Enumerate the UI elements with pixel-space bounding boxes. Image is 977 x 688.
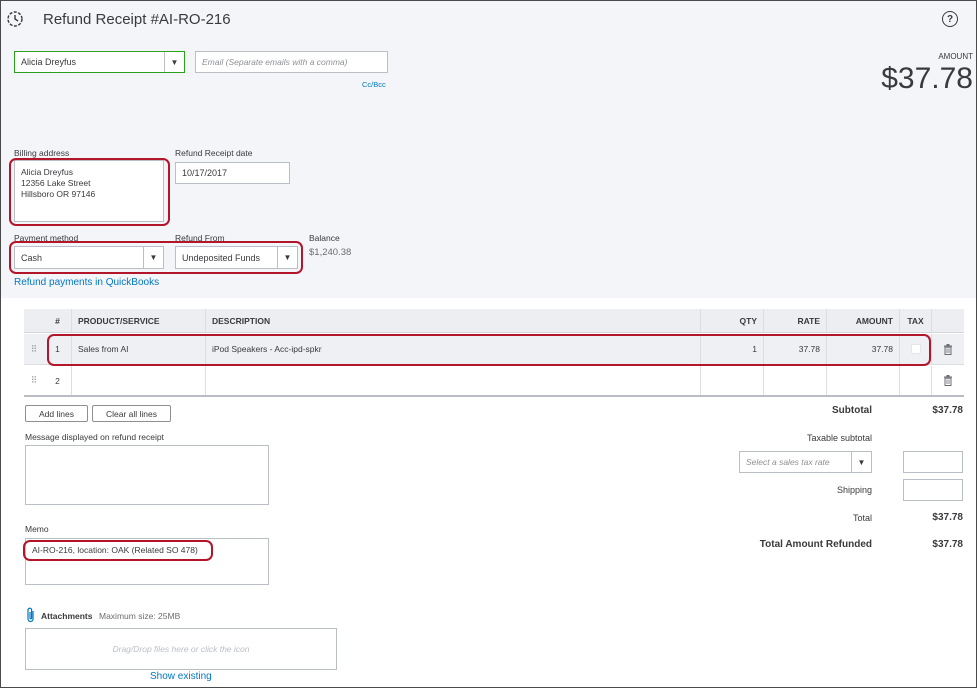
paperclip-icon[interactable]: [26, 607, 36, 623]
row-description[interactable]: iPod Speakers - Acc-ipd-spkr: [206, 334, 701, 364]
amount-label: AMOUNT: [938, 52, 973, 61]
email-field[interactable]: Email (Separate emails with a comma): [195, 51, 388, 73]
tax-checkbox[interactable]: [910, 344, 921, 354]
billing-address-label: Billing address: [14, 148, 70, 158]
subtotal-value: $37.78: [932, 405, 963, 416]
header-amount: AMOUNT: [827, 309, 900, 332]
receipt-date-field[interactable]: 10/17/2017: [175, 162, 290, 184]
header-description: DESCRIPTION: [206, 309, 701, 332]
dropzone-text: Drag/Drop files here or click the icon: [112, 644, 250, 654]
header-qty: QTY: [701, 309, 764, 332]
row-num: 2: [44, 366, 72, 395]
row-qty[interactable]: 1: [701, 334, 764, 364]
total-refunded-value: $37.78: [932, 539, 963, 550]
balance-label: Balance: [309, 233, 340, 243]
shipping-field[interactable]: [903, 479, 963, 501]
row-tax[interactable]: [900, 366, 932, 395]
attachments-label: Attachments: [41, 611, 93, 621]
help-icon[interactable]: ?: [942, 11, 958, 27]
billing-line: 12356 Lake Street: [21, 178, 91, 188]
refund-from-select[interactable]: Undeposited Funds ▼: [175, 246, 298, 269]
payment-method-label: Payment method: [14, 233, 79, 243]
message-label: Message displayed on refund receipt: [25, 432, 164, 442]
refund-payments-link[interactable]: Refund payments in QuickBooks: [14, 277, 159, 288]
header-num: #: [44, 309, 72, 332]
cc-bcc-link[interactable]: Cc/Bcc: [362, 80, 386, 89]
row-rate[interactable]: [764, 366, 827, 395]
sales-tax-rate-select[interactable]: Select a sales tax rate ▼: [739, 451, 872, 473]
customer-value: Alicia Dreyfus: [21, 57, 77, 67]
tax-amount-field[interactable]: [903, 451, 963, 473]
header-drag: [24, 309, 44, 332]
table-row[interactable]: ⠿ 1 Sales from AI iPod Speakers - Acc-ip…: [24, 334, 964, 365]
chevron-down-icon[interactable]: ▼: [164, 52, 184, 72]
row-qty[interactable]: [701, 366, 764, 395]
history-icon[interactable]: [6, 10, 24, 28]
trash-icon[interactable]: [932, 366, 964, 395]
email-placeholder: Email (Separate emails with a comma): [202, 57, 348, 67]
total-label: Total: [852, 513, 872, 523]
row-amount[interactable]: 37.78: [827, 334, 900, 364]
billing-line: Hillsboro OR 97146: [21, 189, 96, 199]
header-tax: TAX: [900, 309, 932, 332]
chevron-down-icon[interactable]: ▼: [851, 452, 871, 472]
chevron-down-icon[interactable]: ▼: [277, 247, 297, 268]
taxable-subtotal-label: Taxable subtotal: [806, 433, 872, 443]
balance-value: $1,240.38: [309, 247, 352, 258]
row-amount[interactable]: [827, 366, 900, 395]
payment-method-value: Cash: [21, 252, 43, 263]
receipt-date-value: 10/17/2017: [182, 168, 228, 178]
show-existing-link[interactable]: Show existing: [150, 671, 212, 682]
row-product[interactable]: [72, 366, 206, 395]
billing-line: Alicia Dreyfus: [21, 167, 73, 177]
add-lines-button[interactable]: Add lines: [25, 405, 88, 422]
attachments-dropzone[interactable]: Drag/Drop files here or click the icon: [25, 628, 337, 670]
shipping-label: Shipping: [836, 485, 872, 495]
clear-all-lines-button[interactable]: Clear all lines: [92, 405, 171, 422]
row-tax[interactable]: [900, 334, 932, 364]
header-rate: RATE: [764, 309, 827, 332]
payment-method-select[interactable]: Cash ▼: [14, 246, 164, 269]
memo-value: AI-RO-216, location: OAK (Related SO 478…: [32, 545, 198, 555]
refund-from-value: Undeposited Funds: [182, 252, 261, 263]
chevron-down-icon[interactable]: ▼: [143, 247, 163, 268]
header-product: PRODUCT/SERVICE: [72, 309, 206, 332]
memo-label: Memo: [25, 524, 49, 534]
message-field[interactable]: [25, 445, 269, 505]
refund-from-label: Refund From: [175, 233, 225, 243]
receipt-date-label: Refund Receipt date: [175, 148, 253, 158]
trash-icon[interactable]: [932, 334, 964, 364]
page-title: Refund Receipt #AI-RO-216: [43, 11, 231, 28]
memo-field[interactable]: AI-RO-216, location: OAK (Related SO 478…: [25, 538, 269, 585]
drag-handle-icon[interactable]: ⠿: [24, 366, 44, 395]
sales-tax-placeholder: Select a sales tax rate: [746, 457, 830, 467]
attachments-max-size: Maximum size: 25MB: [99, 611, 181, 621]
total-value: $37.78: [932, 512, 963, 523]
billing-address-field[interactable]: Alicia Dreyfus 12356 Lake Street Hillsbo…: [14, 160, 164, 222]
amount-value: $37.78: [881, 62, 973, 95]
row-description[interactable]: [206, 366, 701, 395]
table-header: # PRODUCT/SERVICE DESCRIPTION QTY RATE A…: [24, 309, 964, 333]
subtotal-label: Subtotal: [832, 405, 872, 416]
table-row[interactable]: ⠿ 2: [24, 366, 964, 397]
row-num: 1: [44, 334, 72, 364]
customer-select[interactable]: Alicia Dreyfus ▼: [14, 51, 185, 73]
header-delete: [932, 309, 964, 332]
row-product[interactable]: Sales from AI: [72, 334, 206, 364]
total-refunded-label: Total Amount Refunded: [759, 539, 872, 550]
row-rate[interactable]: 37.78: [764, 334, 827, 364]
drag-handle-icon[interactable]: ⠿: [24, 334, 44, 364]
